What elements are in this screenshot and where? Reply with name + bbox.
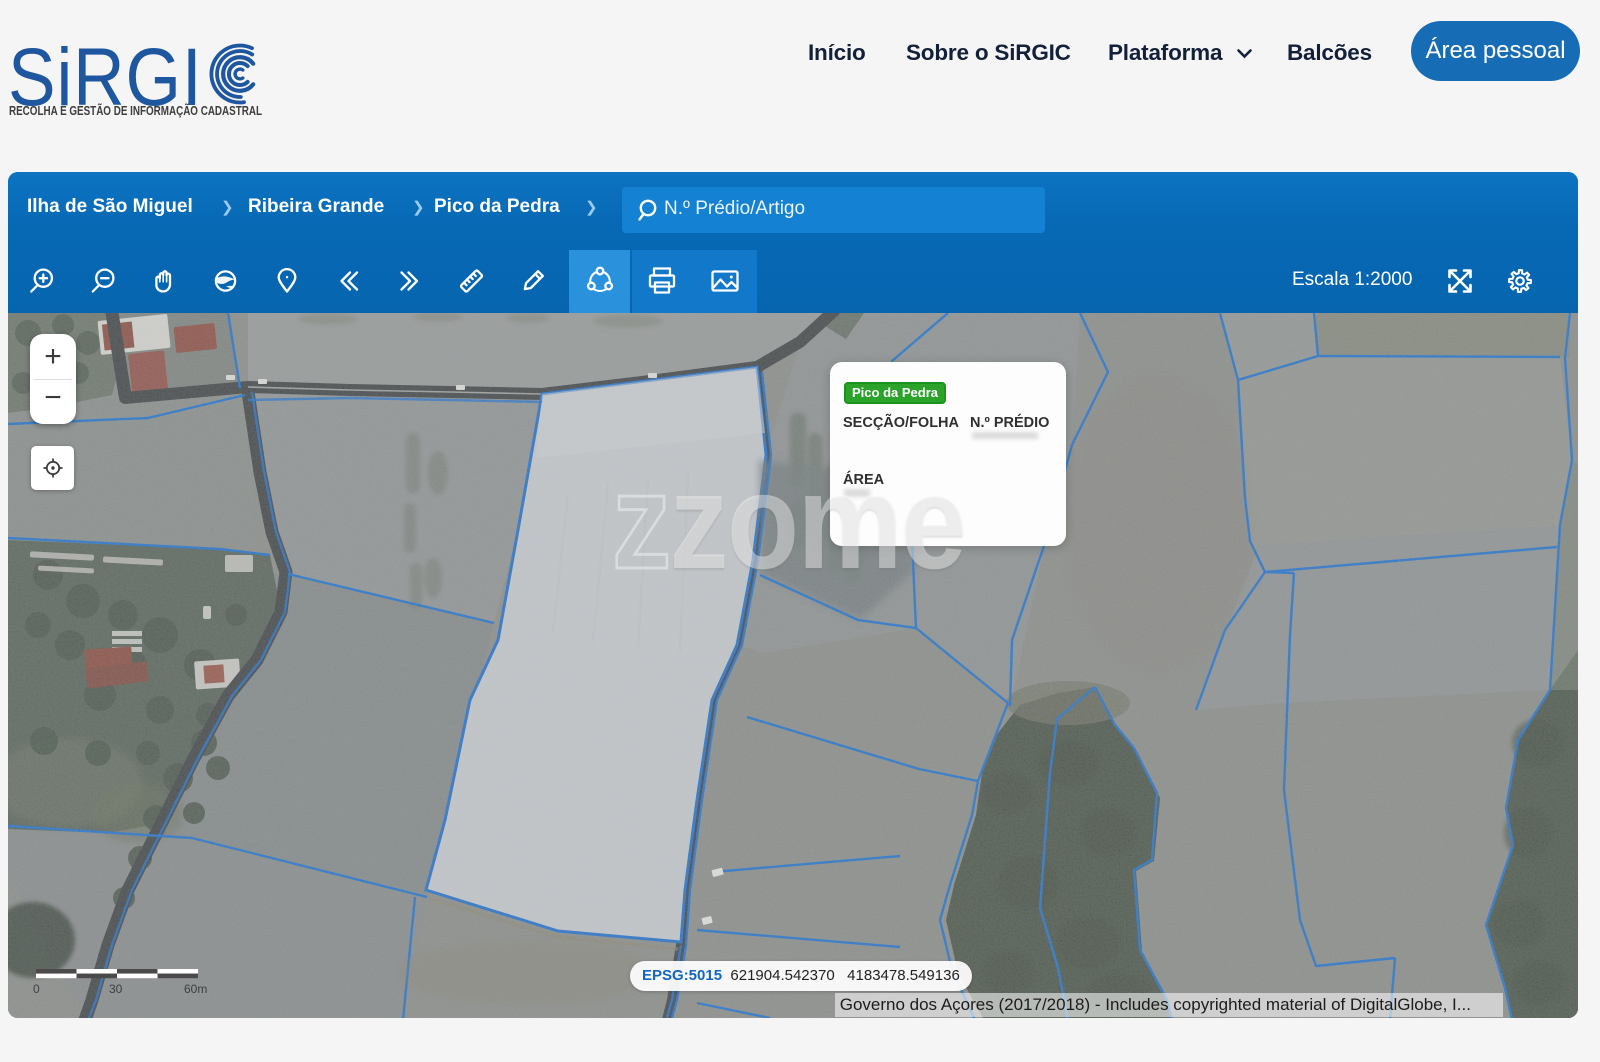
svg-text:RECOLHA E GESTÃO DE INFORMAÇÃO: RECOLHA E GESTÃO DE INFORMAÇÃO CADASTRAL (9, 103, 262, 118)
svg-text:30: 30 (109, 982, 123, 996)
svg-text:0: 0 (33, 982, 40, 996)
svg-text:60m: 60m (184, 982, 207, 996)
